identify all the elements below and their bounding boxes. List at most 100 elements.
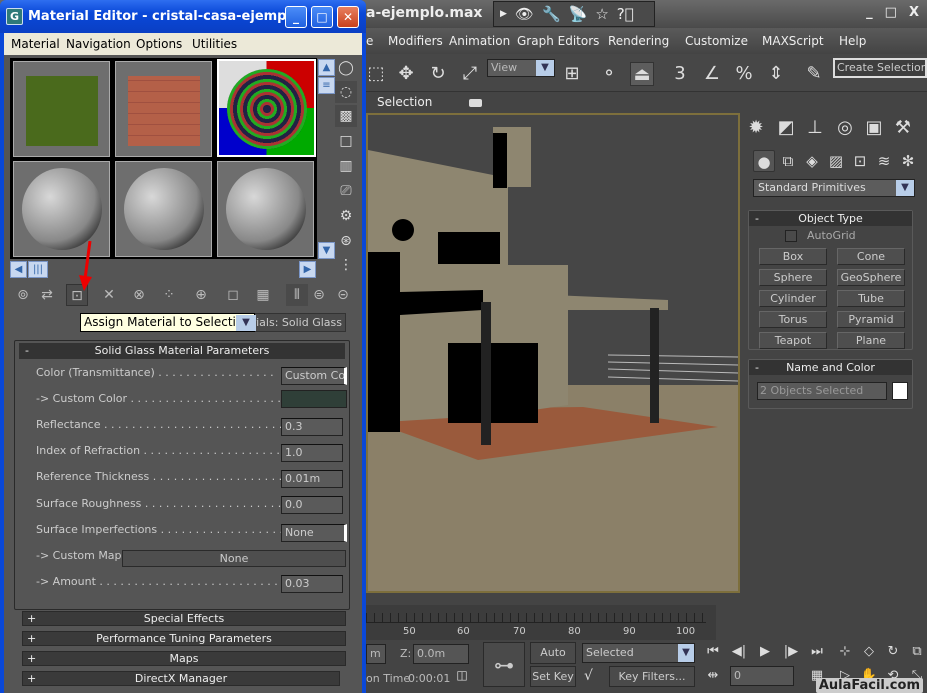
background-checker-icon[interactable]: ▩	[335, 105, 357, 127]
go-to-end-icon[interactable]: ⏭	[806, 644, 828, 659]
scroll-thumb[interactable]: ≡	[318, 77, 335, 94]
key-icon[interactable]: 🔧	[542, 5, 561, 23]
scroll-right-button[interactable]: ▶	[299, 261, 316, 278]
orbit-icon[interactable]: ↻	[882, 644, 904, 659]
plane-button[interactable]: Plane	[837, 332, 905, 349]
category-dropdown[interactable]: Standard Primitives ▼	[753, 179, 915, 197]
minimize-button[interactable]: _	[866, 5, 873, 20]
material-map-navigator-icon[interactable]: ⋮	[335, 254, 357, 276]
key-mode-toggle-icon[interactable]: ⇹	[702, 668, 724, 683]
utilities-tab-icon[interactable]: ⚒	[891, 116, 915, 140]
scroll-up-button[interactable]: ▲	[318, 59, 335, 76]
perspective-viewport[interactable]	[366, 113, 740, 593]
create-tab-icon[interactable]: ✹	[744, 116, 768, 140]
menu-item-animation[interactable]: Animation	[449, 34, 510, 48]
keyboard-shortcut-override-icon[interactable]: ⏏	[630, 62, 654, 86]
named-selection-set-input[interactable]: Create Selection S	[833, 58, 927, 78]
previous-frame-icon[interactable]: ◀|	[728, 644, 750, 659]
set-key-big-button[interactable]: ⊶	[483, 642, 525, 687]
maximize-button[interactable]: □	[885, 5, 897, 20]
shapes-icon[interactable]: ⧉	[777, 150, 799, 172]
amount-field[interactable]: 0.03	[281, 575, 343, 593]
percent-snap-icon[interactable]: %	[732, 62, 756, 86]
rotate-icon[interactable]: ↻	[426, 62, 450, 86]
cone-button[interactable]: Cone	[837, 248, 905, 265]
go-to-start-icon[interactable]: ⏮	[702, 644, 724, 659]
color-transmittance-dropdown[interactable]: Custom Colo	[281, 367, 347, 385]
go-to-parent-icon[interactable]: ⊜	[308, 284, 330, 306]
pyramid-button[interactable]: Pyramid	[837, 311, 905, 328]
menu-item-options[interactable]: Options	[136, 37, 182, 51]
x-coordinate-field[interactable]: m	[366, 644, 386, 664]
key-filters-button[interactable]: Key Filters...	[609, 666, 695, 687]
binoculars-icon[interactable]: 👁	[515, 5, 534, 23]
modify-tab-icon[interactable]: ◩	[774, 116, 798, 140]
sample-slot[interactable]	[115, 161, 212, 257]
scroll-left-button[interactable]: ◀	[10, 261, 27, 278]
time-tag-icon[interactable]: ◫	[452, 668, 472, 688]
auto-key-button[interactable]: Auto Key	[530, 642, 576, 679]
help-icon[interactable]: ?⃝	[617, 5, 634, 23]
menu-item-navigation[interactable]: Navigation	[66, 37, 131, 51]
scale-icon[interactable]: ⤢	[458, 62, 482, 86]
ior-field[interactable]: 1.0	[281, 444, 343, 462]
performance-tuning-rollout[interactable]: + Performance Tuning Parameters	[22, 631, 346, 646]
put-to-scene-icon[interactable]: ⇄	[36, 284, 58, 306]
horizontal-scroll-thumb[interactable]: |||	[28, 261, 48, 278]
geometry-icon[interactable]: ●	[753, 150, 775, 172]
display-tab-icon[interactable]: ▣	[862, 116, 886, 140]
ribbon-dropdown-icon[interactable]	[469, 99, 482, 107]
copy-material-icon[interactable]: ⊗	[128, 284, 150, 306]
sample-type-icon[interactable]: ◯	[335, 57, 357, 79]
put-to-library-icon[interactable]: ⊕	[190, 284, 212, 306]
sample-slot-grass[interactable]	[13, 61, 110, 157]
show-map-in-viewport-icon[interactable]: ▦	[252, 284, 274, 306]
satellite-icon[interactable]: 📡	[569, 5, 588, 23]
pivot-icon[interactable]: ⊞	[560, 62, 584, 86]
torus-button[interactable]: Torus	[759, 311, 827, 328]
special-effects-rollout[interactable]: + Special Effects	[22, 611, 346, 626]
reset-map-icon[interactable]: ✕	[98, 284, 120, 306]
menu-item-partial[interactable]: e	[366, 34, 373, 48]
close-button[interactable]: X	[909, 5, 919, 20]
video-color-check-icon[interactable]: ▥	[335, 155, 357, 177]
window-crossing-icon[interactable]: ⬚	[364, 62, 388, 86]
maps-rollout[interactable]: + Maps	[22, 651, 346, 666]
motion-tab-icon[interactable]: ◎	[833, 116, 857, 140]
maximize-button[interactable]: □	[311, 6, 333, 28]
expand-icon[interactable]: ▶	[500, 9, 507, 19]
name-and-color-header[interactable]: - Name and Color	[749, 360, 912, 375]
menu-item-modifiers[interactable]: Modifiers	[388, 34, 443, 48]
sphere-button[interactable]: Sphere	[759, 269, 827, 286]
sample-slot-glass-active[interactable]	[217, 59, 316, 157]
systems-icon[interactable]: ✻	[897, 150, 919, 172]
custom-color-swatch[interactable]	[281, 390, 347, 408]
material-editor-title-bar[interactable]: G Material Editor - cristal-casa-ejemplo…	[0, 0, 366, 33]
spinner-snap-icon[interactable]: ⇕	[764, 62, 788, 86]
cameras-icon[interactable]: ▨	[825, 150, 847, 172]
edit-named-selection-icon[interactable]: ✎	[802, 62, 826, 86]
time-slider[interactable]: 50 60 70 80 90 100	[366, 605, 716, 645]
menu-item-material[interactable]: Material	[11, 37, 60, 51]
key-mode-dropdown[interactable]: Selected ▼	[582, 643, 695, 663]
default-tangent-icon[interactable]: √	[584, 668, 593, 684]
menu-item-maxscript[interactable]: MAXScript	[762, 34, 824, 48]
make-preview-icon[interactable]: ⎚	[335, 180, 357, 202]
custom-map-button[interactable]: None	[122, 550, 346, 567]
show-end-result-icon[interactable]: ⫴	[286, 284, 308, 306]
cylinder-button[interactable]: Cylinder	[759, 290, 827, 307]
surface-roughness-field[interactable]: 0.0	[281, 496, 343, 514]
set-key-button[interactable]: Set Key	[530, 666, 576, 687]
space-warps-icon[interactable]: ≋	[873, 150, 895, 172]
menu-item-customize[interactable]: Customize	[685, 34, 748, 48]
material-effects-channel-icon[interactable]: ◻	[222, 284, 244, 306]
surface-imperfections-dropdown[interactable]: None	[281, 524, 347, 542]
star-icon[interactable]: ☆	[595, 5, 608, 23]
reference-coordinate-dropdown[interactable]: View ▼	[487, 59, 555, 77]
play-icon[interactable]: ▶	[754, 644, 776, 659]
options-icon[interactable]: ⚙	[335, 205, 357, 227]
reflectance-field[interactable]: 0.3	[281, 418, 343, 436]
object-name-input[interactable]: 2 Objects Selected	[757, 382, 887, 400]
menu-item-rendering[interactable]: Rendering	[608, 34, 669, 48]
menu-item-help[interactable]: Help	[839, 34, 866, 48]
